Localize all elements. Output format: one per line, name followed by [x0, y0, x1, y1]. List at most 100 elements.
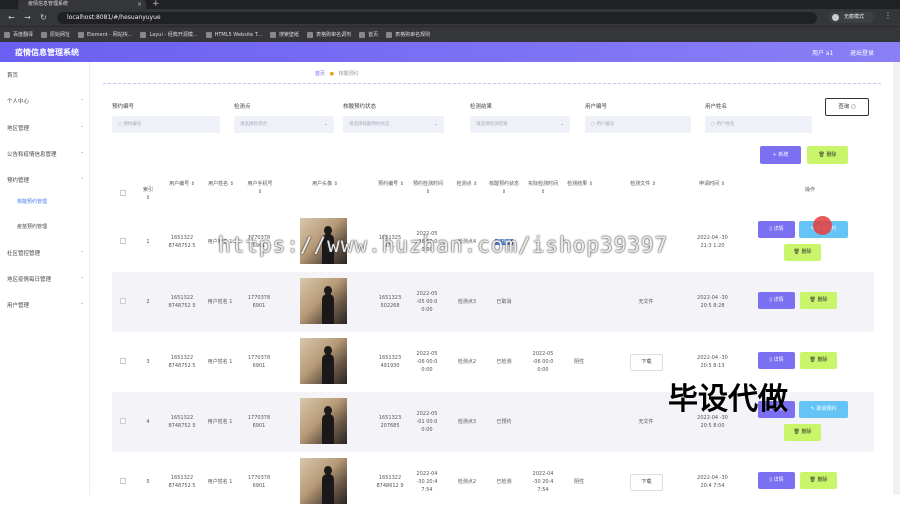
delete-button[interactable]: 🗑 删除 [800, 292, 837, 309]
browser-tab[interactable]: 疫情信息管理系统 × [18, 0, 146, 9]
close-icon[interactable]: × [137, 0, 142, 9]
table-row: 5 1651322 8748752 5 用户姓名 1 1770378 6901 1651… [112, 452, 874, 512]
sidebar-item[interactable]: 首页 [7, 71, 18, 79]
column-header[interactable]: 实际检测时间 ⇕ [528, 180, 558, 196]
sort-icon: ⇕ [228, 181, 234, 187]
detail-button[interactable]: ▯ 详情 [758, 352, 795, 369]
add-label: 新增 [778, 152, 789, 158]
column-header[interactable]: 检测文件 ⇕ [628, 180, 658, 188]
delete-button[interactable]: 🗑 删除 [800, 352, 837, 369]
bookmark-item[interactable]: 表格购审名调剂 [307, 31, 351, 38]
query-label: 查询 [838, 104, 850, 110]
filter-select[interactable]: 请选择核酸预约状态 ⌄ [343, 116, 444, 133]
filter-input[interactable]: ○ 预约编号 [112, 116, 220, 133]
column-header[interactable]: 预约检测时间 ⇕ [413, 180, 443, 196]
column-header[interactable]: 用户编号 ⇕ [167, 180, 197, 188]
column-header[interactable]: 预约编号 ⇕ [376, 180, 406, 188]
sort-icon: ⇕ [719, 181, 725, 187]
chevron-down-icon: ⌄ [80, 248, 85, 254]
sidebar-item[interactable]: 地区管理 [7, 124, 29, 132]
column-header[interactable]: 检测点 ⇕ [455, 180, 479, 188]
filter-input[interactable]: ○ 用户编号 [585, 116, 691, 133]
query-button[interactable]: 查询 ○ [825, 98, 869, 116]
sidebar-item[interactable]: 公告和疫情信息管理 [7, 150, 57, 158]
reload-icon[interactable]: ↻ [38, 13, 49, 22]
delete-button[interactable]: 🗑 删除 [784, 424, 821, 441]
chevron-down-icon: ⌄ [80, 274, 85, 280]
detail-button[interactable]: ▯ 详情 [758, 292, 795, 309]
bookmark-item[interactable]: Element - 网站快... [78, 31, 132, 38]
download-button[interactable]: 下载 [630, 354, 663, 371]
filter-label: 检测结果 [470, 104, 493, 110]
column-header-label: 检测文件 [630, 181, 651, 187]
filter-input[interactable]: ○ 用户姓名 [705, 116, 812, 133]
cell-appt-no: 1651323 207685 [375, 414, 405, 430]
avatar [300, 398, 347, 444]
download-button[interactable]: 下载 [630, 474, 663, 491]
detail-label: 详情 [773, 297, 784, 303]
bookmark-item[interactable]: Layui - 经典开源模... [140, 31, 198, 38]
filter-select[interactable]: 请选择检测结果 ⌄ [470, 116, 570, 133]
sidebar-item[interactable]: 疫苗预约管理 [17, 223, 47, 230]
row-checkbox[interactable] [120, 238, 126, 244]
delete-button[interactable]: 🗑 删除 [800, 472, 837, 489]
bookmark-item[interactable]: 百度翻译 [4, 31, 33, 38]
delete-label: 删除 [801, 249, 812, 255]
logout-link[interactable]: 退出登录 [850, 48, 874, 57]
column-header[interactable]: 核酸预约状态 ⇕ [489, 180, 519, 196]
sidebar-item[interactable]: 用户管理 [7, 301, 29, 309]
bookmark-icon [140, 31, 147, 38]
bookmark-item[interactable]: HTML5 Website T... [205, 31, 262, 38]
sidebar-item[interactable]: 预约管理 [7, 176, 29, 184]
placeholder-text: 预约编号 [123, 122, 142, 127]
cell-text: 1651322 8748752 5 [168, 475, 196, 489]
bookmark-icon [205, 31, 212, 38]
column-header[interactable]: 用户姓名 ⇕ [206, 180, 236, 188]
cell-text: 1770378 6901 [247, 355, 271, 369]
delete-label: 删除 [817, 477, 828, 483]
column-header-label: 操作 [804, 187, 815, 193]
batch-delete-button[interactable]: 🗑 删除 [807, 146, 848, 164]
column-header[interactable]: 用户头像 ⇕ [305, 180, 345, 188]
filter-select[interactable]: 请选择检测点 ⌄ [234, 116, 334, 133]
row-checkbox[interactable] [120, 478, 126, 484]
detail-button[interactable]: ▯ 详情 [758, 221, 795, 238]
profile-chip[interactable]: 无痕模式 [828, 12, 874, 23]
column-header[interactable]: 检测结果 ⇕ [565, 180, 595, 188]
column-header[interactable]: 操作 [795, 186, 825, 194]
select-all-checkbox[interactable] [120, 190, 126, 196]
cell-status: 已检测 [489, 358, 519, 366]
delete-button[interactable]: 🗑 删除 [784, 244, 821, 261]
sort-icon: ⇕ [398, 181, 404, 187]
scrollbar[interactable] [893, 62, 900, 495]
forward-icon[interactable]: → [22, 13, 33, 22]
sidebar-item[interactable]: 核酸预约管理 [17, 198, 47, 205]
column-header[interactable]: 申请时间 ⇕ [697, 180, 727, 188]
bookmark-item[interactable]: 原始网址 [41, 31, 70, 38]
new-tab-icon[interactable]: + [152, 0, 160, 9]
detail-button[interactable]: ▯ 详情 [758, 472, 795, 489]
bookmark-item[interactable]: 表格购审名规则 [386, 31, 430, 38]
add-button[interactable]: + 新增 [760, 146, 801, 164]
row-checkbox[interactable] [120, 418, 126, 424]
back-icon[interactable]: ← [6, 13, 17, 22]
chevron-down-icon: ⌄ [80, 175, 85, 181]
bookmark-item[interactable]: 首页 [359, 31, 378, 38]
breadcrumb-home[interactable]: 首页 [315, 71, 325, 77]
watermark-text: https://www.huzhan.com/ishop39397 [218, 233, 669, 257]
address-bar[interactable]: localhost:8081/#/hesuanyuyue [57, 11, 817, 24]
row-checkbox[interactable] [120, 358, 126, 364]
placeholder-text: 请选择检测结果 [476, 122, 508, 127]
sort-icon: ⇕ [650, 181, 656, 187]
sidebar-item[interactable]: 地区疫情每日管理 [7, 275, 51, 283]
bookmark-item[interactable]: 搜索壁纸 [270, 31, 299, 38]
column-header[interactable]: 用户手机号 ⇕ [245, 180, 275, 196]
bookmark-label: 搜索壁纸 [279, 32, 300, 38]
column-header[interactable]: 索引 ⇕ [141, 186, 155, 202]
sidebar-item[interactable]: 社区管控管理 [7, 249, 40, 257]
menu-icon[interactable]: ⋮ [884, 11, 892, 20]
table-row: 2 1651322 8748752 5 用户姓名 1 1770378 6901 1651… [112, 272, 874, 332]
row-checkbox[interactable] [120, 298, 126, 304]
cancel-appointment-button[interactable]: ✎ 取消预约 [799, 401, 848, 418]
sidebar-item[interactable]: 个人中心 [7, 97, 29, 105]
